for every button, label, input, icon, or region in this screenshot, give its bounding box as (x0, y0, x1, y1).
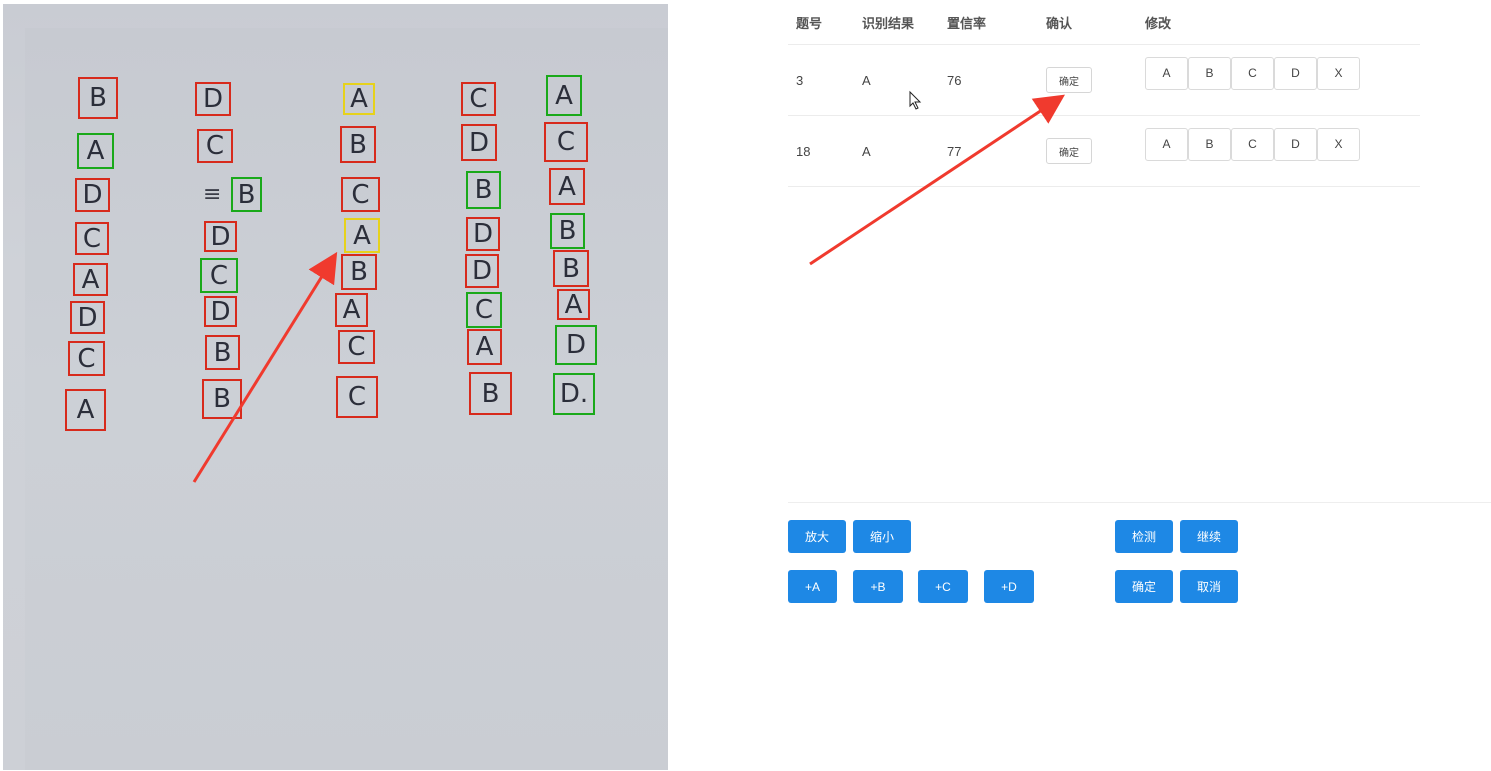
col-header-modify: 修改 (1137, 0, 1420, 45)
answer-box: D. (553, 373, 595, 415)
answer-box: B (341, 254, 377, 290)
table-row: 3 A 76 确定 A B C D X (788, 44, 1420, 116)
option-x-button[interactable]: X (1317, 56, 1360, 90)
answer-box: C (200, 258, 238, 293)
add-b-button[interactable]: +B (853, 570, 903, 603)
option-a-button[interactable]: A (1145, 127, 1188, 161)
col-header-confidence: 置信率 (939, 0, 1038, 45)
result-panel: 题号 识别结果 置信率 确认 修改 3 A 76 确定 A B C D X 18… (788, 0, 1420, 187)
cancel-button[interactable]: 取消 (1180, 570, 1238, 603)
confirm-button[interactable]: 确定 (1046, 138, 1092, 164)
answer-box: C (544, 122, 588, 162)
answer-box: C (336, 376, 378, 418)
answer-box: C (68, 341, 105, 376)
answer-box: D (555, 325, 597, 365)
row-number: 3 (788, 44, 854, 116)
answer-box: B (205, 335, 240, 370)
answer-box: D (204, 221, 237, 252)
answer-box: D (461, 124, 497, 161)
option-c-button[interactable]: C (1231, 56, 1274, 90)
answer-box: D (465, 254, 499, 288)
zoom-out-button[interactable]: 缩小 (853, 520, 911, 553)
answer-box: B (340, 126, 376, 163)
row-confidence: 77 (939, 115, 1038, 187)
continue-button[interactable]: 继续 (1180, 520, 1238, 553)
add-d-button[interactable]: +D (984, 570, 1034, 603)
scribble-mark: ≡ (203, 182, 222, 207)
row-confirm-cell: 确定 (1038, 115, 1137, 187)
answer-box: A (546, 75, 582, 116)
confirm-button[interactable]: 确定 (1046, 67, 1092, 93)
answer-box: D (195, 82, 231, 116)
answer-box: A (65, 389, 106, 431)
answer-sheet-photo: B A D C A D C A D C ≡ B D C D B B A B C … (3, 4, 668, 770)
answer-box: C (461, 82, 496, 116)
answer-box: B (553, 250, 589, 287)
zoom-in-button[interactable]: 放大 (788, 520, 846, 553)
row-modify-cell: A B C D X (1137, 44, 1420, 116)
row-number: 18 (788, 115, 854, 187)
result-table: 题号 识别结果 置信率 确认 修改 3 A 76 确定 A B C D X 18… (788, 0, 1420, 187)
option-x-button[interactable]: X (1317, 127, 1360, 161)
section-divider (788, 502, 1491, 503)
answer-box: D (75, 178, 110, 212)
answer-box: A (467, 329, 502, 365)
option-b-button[interactable]: B (1188, 127, 1231, 161)
add-c-button[interactable]: +C (918, 570, 968, 603)
answer-box: A (344, 218, 380, 253)
answer-box: C (466, 292, 502, 328)
detect-button[interactable]: 检测 (1115, 520, 1173, 553)
option-b-button[interactable]: B (1188, 56, 1231, 90)
answer-box: A (557, 289, 590, 320)
answer-box: C (341, 177, 380, 212)
answer-box: B (550, 213, 585, 249)
answer-box: D (466, 217, 500, 251)
answer-box: C (338, 330, 375, 364)
row-result: A (854, 115, 939, 187)
answer-box: C (197, 129, 233, 163)
answer-box: B (78, 77, 118, 119)
answer-box: A (335, 293, 368, 327)
answer-box: B (202, 379, 242, 419)
col-header-confirm: 确认 (1038, 0, 1137, 45)
answer-box: A (73, 263, 108, 296)
table-row: 18 A 77 确定 A B C D X (788, 115, 1420, 187)
table-header-row: 题号 识别结果 置信率 确认 修改 (788, 0, 1420, 45)
row-result: A (854, 44, 939, 116)
option-d-button[interactable]: D (1274, 56, 1317, 90)
answer-box: A (343, 83, 375, 115)
answer-box: A (549, 168, 585, 205)
confirm-all-button[interactable]: 确定 (1115, 570, 1173, 603)
add-a-button[interactable]: +A (788, 570, 837, 603)
option-a-button[interactable]: A (1145, 56, 1188, 90)
option-c-button[interactable]: C (1231, 127, 1274, 161)
answer-box: B (231, 177, 262, 212)
answer-box: A (77, 133, 114, 169)
col-header-number: 题号 (788, 0, 854, 45)
answer-box: C (75, 222, 109, 255)
row-confidence: 76 (939, 44, 1038, 116)
answer-box: D (204, 296, 237, 327)
row-modify-cell: A B C D X (1137, 115, 1420, 187)
answer-box: B (469, 372, 512, 415)
answer-box: D (70, 301, 105, 334)
option-d-button[interactable]: D (1274, 127, 1317, 161)
col-header-result: 识别结果 (854, 0, 939, 45)
row-confirm-cell: 确定 (1038, 44, 1137, 116)
answer-box: B (466, 171, 501, 209)
